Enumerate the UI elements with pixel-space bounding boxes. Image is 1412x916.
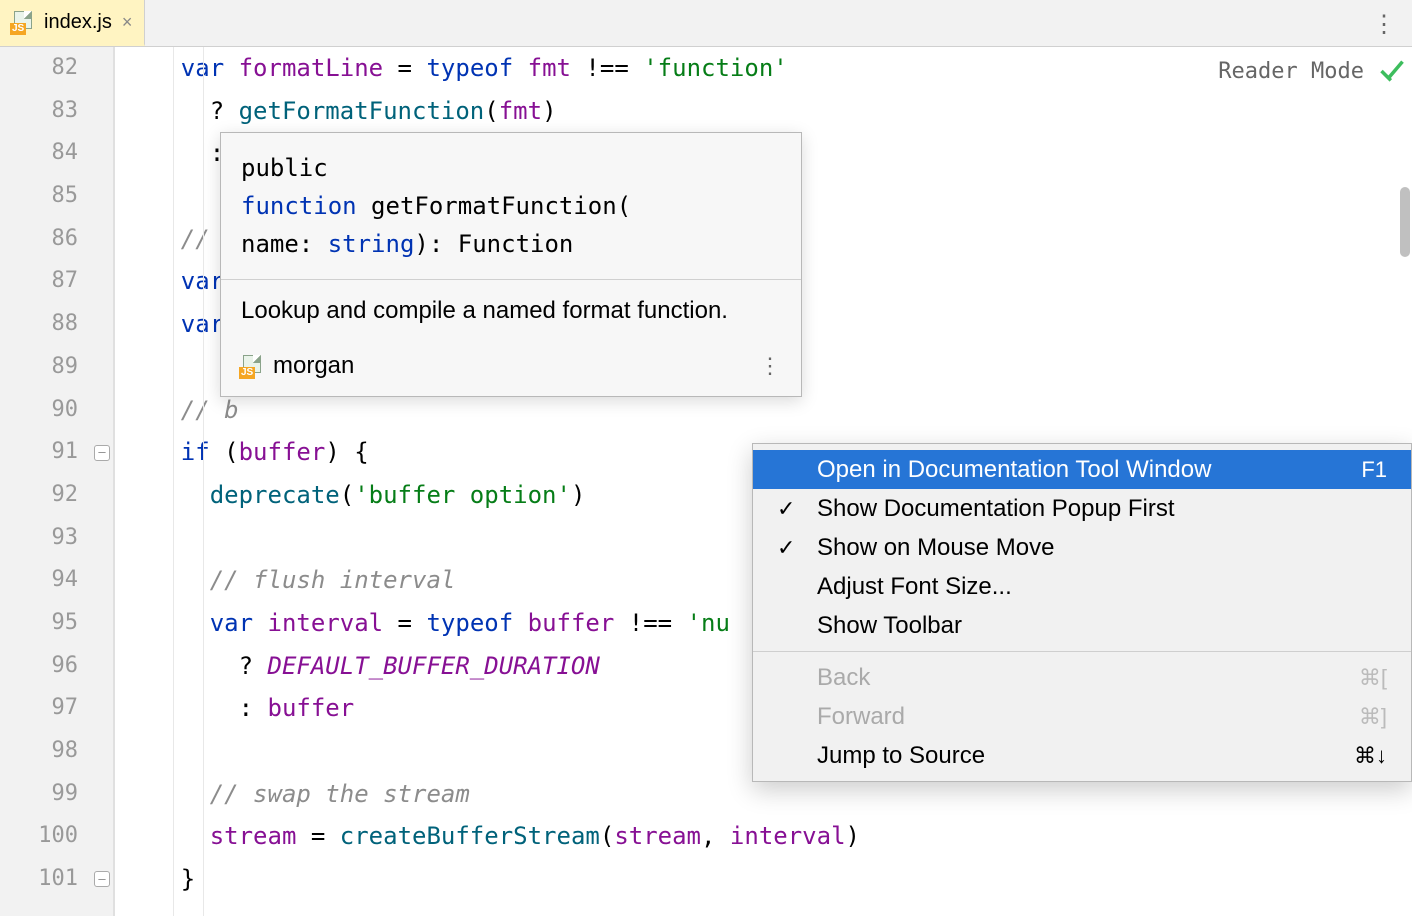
checkmark-icon: ✓	[777, 489, 795, 528]
line-number: 93	[0, 517, 113, 560]
code-line[interactable]: stream = createBufferStream(stream, inte…	[115, 815, 1412, 858]
file-tab[interactable]: JS index.js ×	[0, 0, 145, 46]
checkmark-icon: ✓	[777, 528, 795, 567]
line-number: 89	[0, 346, 113, 389]
js-file-icon: JS	[241, 355, 263, 377]
menu-back: Back ⌘[	[753, 658, 1411, 697]
menu-adjust-font-size[interactable]: Adjust Font Size...	[753, 567, 1411, 606]
tab-bar: JS index.js × ⋮	[0, 0, 1412, 47]
doc-signature: public function getFormatFunction( name:…	[221, 133, 801, 279]
line-number: 83	[0, 90, 113, 133]
inspections-ok-icon[interactable]	[1378, 57, 1402, 81]
close-icon[interactable]: ×	[122, 12, 133, 33]
line-number: 101–	[0, 858, 113, 901]
code-line[interactable]: }	[115, 858, 1412, 901]
menu-shortcut: ⌘[	[1359, 658, 1387, 697]
line-number: 84	[0, 132, 113, 175]
menu-item-label: Show on Mouse Move	[817, 528, 1054, 567]
menu-show-toolbar[interactable]: Show Toolbar	[753, 606, 1411, 645]
documentation-popup: public function getFormatFunction( name:…	[220, 132, 802, 397]
line-number: 90	[0, 389, 113, 432]
line-number: 99	[0, 773, 113, 816]
line-number: 87	[0, 260, 113, 303]
line-number: 98	[0, 730, 113, 773]
line-number: 100	[0, 815, 113, 858]
doc-more-icon[interactable]: ⋮	[759, 354, 781, 379]
menu-item-label: Jump to Source	[817, 736, 985, 775]
menu-item-label: Open in Documentation Tool Window	[817, 450, 1211, 489]
menu-show-on-mouse-move[interactable]: ✓ Show on Mouse Move	[753, 528, 1411, 567]
context-menu: Open in Documentation Tool Window F1 ✓ S…	[752, 443, 1412, 782]
menu-open-doc-tool-window[interactable]: Open in Documentation Tool Window F1	[753, 450, 1411, 489]
line-number: 88	[0, 303, 113, 346]
menu-separator	[753, 651, 1411, 652]
line-number: 82	[0, 47, 113, 90]
menu-shortcut: ⌘]	[1359, 697, 1387, 736]
reader-mode-toggle[interactable]: Reader Mode	[1218, 59, 1364, 84]
scrollbar-thumb[interactable]	[1400, 187, 1410, 257]
menu-jump-to-source[interactable]: Jump to Source ⌘↓	[753, 736, 1411, 775]
gutter: 82 83 84 85 86 87 88 89 90 91– 92 93 94 …	[0, 47, 115, 916]
tab-bar-more-icon[interactable]: ⋮	[1372, 10, 1394, 39]
fold-toggle-icon[interactable]: –	[94, 445, 110, 461]
doc-description: Lookup and compile a named format functi…	[221, 280, 801, 342]
line-number: 94	[0, 559, 113, 602]
menu-item-label: Back	[817, 658, 870, 697]
menu-shortcut: F1	[1361, 450, 1387, 489]
menu-item-label: Forward	[817, 697, 905, 736]
line-number: 96	[0, 645, 113, 688]
line-number: 92	[0, 474, 113, 517]
line-number: 85	[0, 175, 113, 218]
js-file-icon: JS	[12, 11, 34, 33]
tab-filename: index.js	[44, 11, 112, 34]
fold-toggle-icon[interactable]: –	[94, 871, 110, 887]
menu-forward: Forward ⌘]	[753, 697, 1411, 736]
doc-source[interactable]: JS morgan	[241, 352, 354, 380]
line-number: 97	[0, 687, 113, 730]
menu-item-label: Show Toolbar	[817, 606, 962, 645]
line-number: 86	[0, 218, 113, 261]
menu-show-doc-popup-first[interactable]: ✓ Show Documentation Popup First	[753, 489, 1411, 528]
menu-item-label: Show Documentation Popup First	[817, 489, 1175, 528]
code-line[interactable]: ? getFormatFunction(fmt)	[115, 90, 1412, 133]
line-number: 95	[0, 602, 113, 645]
menu-item-label: Adjust Font Size...	[817, 567, 1012, 606]
menu-shortcut: ⌘↓	[1354, 736, 1387, 775]
line-number: 91–	[0, 431, 113, 474]
